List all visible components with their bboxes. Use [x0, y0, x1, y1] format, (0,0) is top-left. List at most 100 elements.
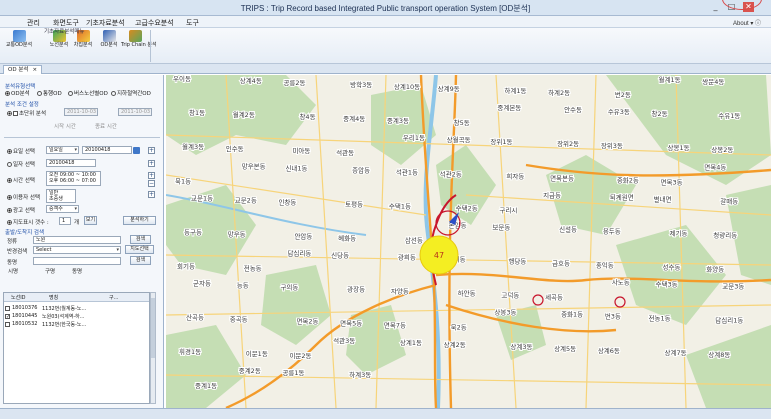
map-place-label: 상계1동 [399, 337, 423, 348]
svg-text:세곡동: 세곡동 [545, 293, 563, 302]
city-search-button[interactable]: 검색 [130, 256, 151, 265]
svg-text:면목2동: 면목2동 [296, 317, 318, 326]
date-select-label: 일자 선택 [7, 160, 35, 168]
map-place-label: 중계본동 [496, 102, 522, 113]
checkbox-icon[interactable] [5, 306, 10, 311]
tab-od-analysis[interactable]: OD 분석 × [3, 65, 43, 74]
svg-text:중계4동: 중계4동 [343, 114, 365, 123]
svg-text:행당동: 행당동 [508, 257, 526, 266]
map-place-label: 장위2동 [556, 138, 580, 149]
svg-text:교문3동: 교문3동 [722, 283, 744, 291]
map-view[interactable]: 우이동 상계4동 공릉2동 방학3동 상계10동 상계9동 하계1동 하계2동 번2동 월계1동 쌍… [166, 75, 771, 408]
start-date-field[interactable]: 2011-10-03 [64, 108, 98, 116]
day-select[interactable]: 일요일 [46, 146, 79, 154]
svg-text:상봉2동: 상봉2동 [711, 145, 733, 154]
map-select-button[interactable]: 지도선택 [125, 245, 154, 254]
map-place-label: 인창동 [277, 196, 297, 207]
radio-od[interactable]: OD분석 [5, 89, 30, 97]
svg-text:창5동: 창5동 [454, 119, 470, 127]
od-analysis-button[interactable]: 교통OD분석 [6, 30, 32, 52]
view-button[interactable]: 보기 [84, 216, 97, 225]
trip-chain-button[interactable]: Trip Chain 분석 [121, 30, 157, 52]
svg-text:광희동: 광희동 [398, 253, 416, 262]
route-node-circle [532, 294, 544, 306]
add-day-button[interactable]: + [148, 147, 155, 154]
time-select-label: 시간 선택 [7, 176, 35, 184]
stop-name-field[interactable]: 노원 [33, 236, 121, 244]
radio-icon [7, 162, 12, 167]
multi-section-checkbox[interactable]: 초단위 분석 [7, 109, 46, 117]
radio-bus-route-od[interactable]: 버스노선별OD [68, 89, 108, 97]
list-header-district: 구명 [45, 269, 56, 275]
svg-text:면목4동: 면목4동 [704, 162, 726, 171]
menu-item-basic-analysis[interactable]: 기초자료분석 [86, 18, 125, 28]
mode-list[interactable]: 일반 초중생 [46, 189, 76, 203]
menu-bar: 관리 화면도구 기초자료분석 고급수요분석 도구 [0, 16, 771, 28]
radio-icon [37, 91, 42, 96]
tab-strip: OD 분석 × [0, 64, 771, 74]
route-list-scrollbar[interactable] [150, 292, 156, 404]
radio-subway-od[interactable]: 지하철역간OD [111, 89, 151, 97]
park-area [166, 325, 246, 408]
svg-text:고덕동: 고덕동 [501, 291, 519, 300]
map-place-label: 자양동 [390, 286, 410, 297]
svg-text:창1동: 창1동 [189, 109, 205, 117]
svg-text:갈매동: 갈매동 [720, 197, 738, 205]
calendar-icon[interactable] [133, 147, 140, 154]
map-count-unit: 개 [74, 220, 80, 226]
minimize-button[interactable]: _ [710, 2, 721, 12]
checkbox-icon[interactable] [5, 322, 10, 327]
map-place-label: 구의동 [279, 282, 299, 293]
menu-item-tools[interactable]: 도구 [186, 18, 199, 28]
map-count-field[interactable]: 1 [59, 217, 71, 225]
svg-text:석관동: 석관동 [336, 148, 354, 157]
svg-text:우이동: 우이동 [173, 75, 191, 83]
svg-text:장위2동: 장위2동 [557, 139, 579, 148]
mode-select-label: 이용자 선택 [7, 193, 40, 201]
date-field[interactable]: 20100418 [46, 159, 96, 167]
end-date-field[interactable]: 2011-10-03 [118, 108, 152, 116]
map-place-label: 금호동 [551, 259, 571, 269]
map-place-label: 퇴계원면 [609, 191, 635, 202]
svg-text:능동: 능동 [237, 282, 249, 290]
radio-trip-od[interactable]: 통행OD [37, 89, 62, 97]
remove-time-button[interactable]: − [148, 180, 155, 187]
menu-item-advanced-analysis[interactable]: 고급수요분석 [135, 18, 174, 28]
svg-text:상계4동: 상계4동 [240, 76, 262, 85]
about-menu[interactable]: About ▾ ⓘ [733, 18, 761, 27]
radius-select[interactable]: Select [33, 246, 121, 254]
svg-text:하안동: 하안동 [458, 289, 476, 298]
checked-checkbox-icon[interactable]: ✓ [5, 314, 10, 320]
map-place-label: 능동 [236, 281, 250, 291]
time-range-list[interactable]: 오전 09:00 ~ 10:00 오후 06:00 ~ 07:00 [46, 171, 101, 186]
svg-text:면목3동: 면목3동 [661, 177, 683, 186]
route-row[interactable]: ✓ 18010445 노원03(석계역-하... [4, 312, 149, 320]
menu-item-manage[interactable]: 관리 [27, 18, 40, 28]
route-row[interactable]: 18010376 1132번(월계동-노... [4, 304, 149, 312]
day-date-field[interactable]: 20100418 [82, 146, 132, 154]
tab-close-icon[interactable]: × [32, 67, 37, 73]
add-mode-button[interactable]: + [148, 191, 155, 198]
svg-text:홍익동: 홍익동 [596, 261, 614, 270]
map-place-label: 상계6동 [597, 345, 621, 356]
map-place-label: 면목2동 [295, 316, 319, 327]
map-canvas[interactable]: 우이동 상계4동 공릉2동 방학3동 상계10동 상계9동 하계1동 하계2동 번2동 월계1동 쌍… [166, 75, 771, 408]
map-place-label: 용두동 [602, 226, 622, 236]
svg-text:사노동: 사노동 [612, 278, 630, 287]
route-row[interactable]: 18010532 1132번(한국동-노... [4, 320, 149, 328]
svg-text:창4동: 창4동 [299, 113, 315, 121]
map-place-label: 중계2동 [238, 365, 262, 376]
svg-text:석관3동: 석관3동 [333, 336, 355, 345]
add-date-button[interactable]: + [148, 160, 155, 167]
scrollbar-thumb[interactable] [151, 298, 155, 358]
run-analysis-button[interactable]: 분석하기 [123, 216, 156, 225]
add-time-button[interactable]: + [148, 172, 155, 179]
map-place-label: 하계2동 [547, 87, 571, 98]
status-bar [0, 408, 771, 419]
map-place-label: 상봉1동 [667, 142, 691, 153]
map-place-label: 공릉1동 [281, 368, 305, 378]
od-button[interactable]: OD분석 [98, 30, 120, 52]
city-field[interactable] [33, 257, 121, 265]
stop-search-button[interactable]: 검색 [130, 235, 151, 244]
region-select[interactable]: 승객수 [46, 205, 79, 213]
